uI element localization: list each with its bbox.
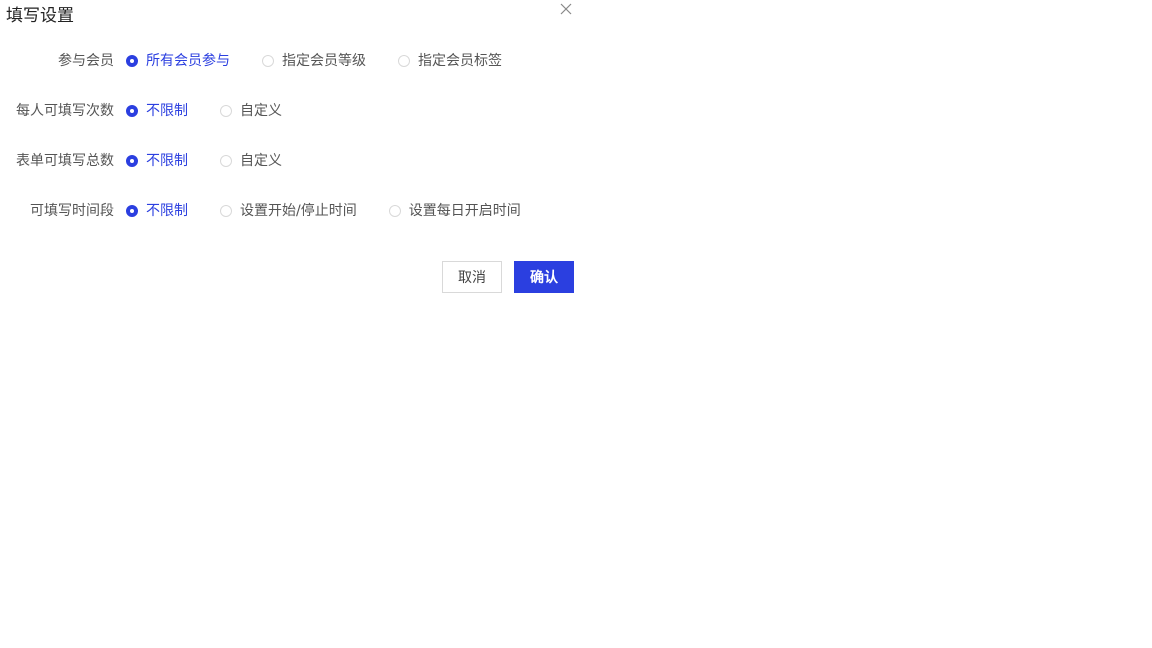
radio-label: 设置每日开启时间 xyxy=(408,203,521,219)
radio-member-level[interactable]: 指定会员等级 xyxy=(262,51,366,71)
radio-label: 不限制 xyxy=(146,153,188,169)
radio-label: 自定义 xyxy=(240,103,282,119)
time-period-row: 可填写时间段 不限制 设置开始/停止时间 设置每日开启时间 xyxy=(0,201,553,221)
radio-time-unlimited[interactable]: 不限制 xyxy=(126,201,188,221)
radio-unchecked-icon xyxy=(220,205,232,217)
radio-checked-icon xyxy=(126,155,138,167)
per-person-limit-label: 每人可填写次数 xyxy=(16,103,114,119)
participant-row: 参与会员 所有会员参与 指定会员等级 指定会员标签 xyxy=(0,51,534,71)
radio-per-person-unlimited[interactable]: 不限制 xyxy=(126,101,188,121)
radio-unchecked-icon xyxy=(220,105,232,117)
confirm-button[interactable]: 确认 xyxy=(514,261,574,293)
radio-time-start-stop[interactable]: 设置开始/停止时间 xyxy=(220,201,357,221)
radio-label: 不限制 xyxy=(146,203,188,219)
form-total-limit-options: 不限制 自定义 xyxy=(126,151,314,171)
radio-unchecked-icon xyxy=(388,205,401,217)
radio-checked-icon xyxy=(126,105,138,117)
radio-checked-icon xyxy=(126,205,138,217)
dialog-title: 填写设置 xyxy=(6,6,74,26)
radio-time-daily[interactable]: 设置每日开启时间 xyxy=(388,201,521,221)
radio-form-total-unlimited[interactable]: 不限制 xyxy=(126,151,188,171)
participant-options: 所有会员参与 指定会员等级 指定会员标签 xyxy=(126,51,534,71)
participant-label: 参与会员 xyxy=(58,53,114,69)
radio-label: 自定义 xyxy=(240,153,282,169)
radio-label: 设置开始/停止时间 xyxy=(240,203,357,219)
time-period-options: 不限制 设置开始/停止时间 设置每日开启时间 xyxy=(126,201,553,221)
form-total-limit-row: 表单可填写总数 不限制 自定义 xyxy=(0,151,314,171)
radio-label: 不限制 xyxy=(146,103,188,119)
form-total-limit-label: 表单可填写总数 xyxy=(16,153,114,169)
cancel-button[interactable]: 取消 xyxy=(442,261,502,293)
close-icon[interactable] xyxy=(559,2,573,16)
radio-label: 所有会员参与 xyxy=(146,53,230,69)
radio-checked-icon xyxy=(126,55,138,67)
radio-label: 指定会员等级 xyxy=(282,53,366,69)
radio-label: 指定会员标签 xyxy=(418,53,502,69)
radio-unchecked-icon xyxy=(220,155,232,167)
radio-unchecked-icon xyxy=(398,55,410,67)
per-person-limit-row: 每人可填写次数 不限制 自定义 xyxy=(0,101,314,121)
radio-per-person-custom[interactable]: 自定义 xyxy=(220,101,282,121)
radio-unchecked-icon xyxy=(262,55,274,67)
per-person-limit-options: 不限制 自定义 xyxy=(126,101,314,121)
fill-settings-dialog: 填写设置 参与会员 所有会员参与 指定会员等级 指定会员标签 每人可填写次数 不… xyxy=(0,0,580,310)
radio-form-total-custom[interactable]: 自定义 xyxy=(220,151,282,171)
radio-all-members[interactable]: 所有会员参与 xyxy=(126,51,230,71)
time-period-label: 可填写时间段 xyxy=(30,203,114,219)
radio-member-tag[interactable]: 指定会员标签 xyxy=(398,51,502,71)
